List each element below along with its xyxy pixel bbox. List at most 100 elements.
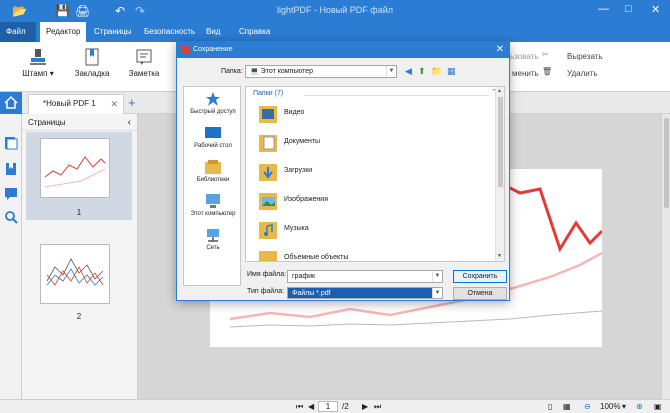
pages-panel: Страницы ‹ 1 2 — [22, 114, 138, 399]
new-folder-icon[interactable]: 📁 — [431, 66, 442, 77]
place-network[interactable]: Сеть — [184, 227, 242, 251]
close-dialog-icon[interactable]: ✕ — [496, 42, 504, 58]
document-tab[interactable]: *Новый PDF 1 ✕ — [28, 94, 124, 114]
page-thumbnail-image — [40, 244, 110, 304]
filetype-select[interactable]: Файлы *.pdf ▼ — [287, 287, 443, 299]
file-list-scrollbar[interactable]: ▲ ▼ — [495, 87, 504, 261]
chevron-down-icon: ▼ — [432, 288, 442, 298]
pages-panel-header: Страницы ‹ — [22, 114, 137, 131]
cut-button[interactable]: Вырезать — [567, 52, 603, 61]
folder-item-pictures[interactable]: Изображения — [254, 188, 494, 214]
grid-view-icon[interactable]: ▦ — [563, 401, 571, 413]
page-thumbnail-2[interactable]: 2 — [26, 238, 132, 326]
tab-help[interactable]: Справка — [233, 22, 276, 42]
dialog-title: Сохранение — [193, 46, 233, 53]
star-icon — [206, 92, 220, 106]
folder-item-downloads[interactable]: Загрузки — [254, 159, 494, 185]
delete-button[interactable]: Удалить — [567, 69, 598, 78]
folder-item-video[interactable]: Видео — [254, 101, 494, 127]
chevron-down-icon: ▼ — [432, 271, 442, 282]
menu-bar: Файл ▾ Редактор Страницы Безопасность Ви… — [0, 22, 670, 56]
tab-view[interactable]: Вид — [200, 22, 226, 42]
vertical-scrollbar[interactable] — [661, 114, 670, 399]
folder-select[interactable]: 💻 Этот компьютер ▼ — [245, 65, 397, 78]
bookmark-button[interactable]: Закладка — [72, 48, 112, 78]
home-button[interactable] — [0, 92, 22, 114]
note-button[interactable]: Заметка — [124, 48, 164, 78]
chevron-down-icon: ▼ — [386, 66, 396, 77]
back-icon[interactable]: ◀ — [405, 66, 412, 77]
page-number-label: 1 — [76, 208, 82, 217]
maximize-icon[interactable]: □ — [625, 3, 632, 15]
up-folder-icon[interactable]: ⬆ — [418, 66, 426, 77]
first-page-icon[interactable]: ⏮ — [296, 401, 303, 413]
scrollbar-thumb[interactable] — [664, 118, 669, 208]
view-menu-icon[interactable]: ▦ — [447, 66, 456, 77]
dialog-title-bar: Сохранение ✕ — [177, 42, 509, 58]
current-page-input[interactable]: 1 — [318, 401, 338, 412]
close-window-icon[interactable]: ✕ — [651, 3, 660, 16]
tab-pages[interactable]: Страницы — [88, 22, 138, 42]
search-icon[interactable] — [4, 210, 18, 224]
home-icon — [4, 95, 18, 109]
add-tab-icon[interactable]: + — [128, 94, 136, 112]
folder-item-3d-objects[interactable]: Объемные объекты — [254, 246, 494, 261]
scroll-down-icon[interactable]: ▼ — [497, 253, 502, 259]
filename-input[interactable]: график ▼ — [287, 270, 443, 283]
pages-panel-icon[interactable] — [4, 136, 18, 150]
group-divider — [304, 95, 489, 96]
scroll-up-icon[interactable]: ▲ — [497, 88, 502, 94]
places-bar: Быстрый доступ Рабочий стол Библиотеки Э… — [183, 86, 241, 286]
video-folder-icon — [259, 106, 277, 123]
documents-folder-icon — [259, 135, 277, 152]
stamp-button[interactable]: Штамп ▾ — [18, 48, 58, 78]
place-libraries[interactable]: Библиотеки — [184, 159, 242, 183]
scrollbar-thumb[interactable] — [498, 97, 503, 187]
replace-partial-label[interactable]: менить — [512, 69, 539, 78]
folder-item-documents[interactable]: Документы — [254, 130, 494, 156]
tab-security[interactable]: Безопасность — [138, 22, 201, 42]
zoom-in-icon[interactable]: ⊕ — [636, 401, 643, 413]
cut-icon: ✂ — [542, 50, 549, 59]
next-page-icon[interactable]: ▶ — [362, 401, 368, 413]
bookmarks-panel-icon[interactable] — [4, 162, 18, 176]
menu-file[interactable]: Файл ▾ — [0, 22, 36, 56]
save-dialog: Сохранение ✕ Папка: 💻 Этот компьютер ▼ ◀… — [176, 41, 510, 301]
zoom-out-icon[interactable]: ⊖ — [584, 401, 591, 413]
collapse-panel-icon[interactable]: ‹ — [128, 114, 131, 131]
trash-icon: 🗑 — [542, 67, 553, 76]
pages-panel-title: Страницы — [28, 118, 66, 127]
music-folder-icon — [259, 222, 277, 239]
minimize-icon[interactable]: — — [598, 3, 609, 15]
stamp-icon — [30, 49, 46, 65]
tab-editor[interactable]: Редактор — [40, 22, 87, 42]
prev-page-icon[interactable]: ◀ — [308, 401, 314, 413]
page-thumbnail-1[interactable]: 1 — [26, 132, 132, 220]
cancel-button[interactable]: Отмена — [453, 287, 507, 300]
library-icon — [205, 160, 221, 174]
place-quick-access[interactable]: Быстрый доступ — [184, 91, 242, 115]
3d-objects-folder-icon — [259, 251, 277, 261]
save-button[interactable]: Сохранить — [453, 270, 507, 283]
page-number-label: 2 — [76, 312, 82, 321]
left-toolbar — [0, 114, 22, 399]
comments-panel-icon[interactable] — [4, 186, 18, 200]
network-icon — [207, 229, 219, 242]
place-this-pc[interactable]: Этот компьютер — [184, 193, 242, 217]
close-tab-icon[interactable]: ✕ — [110, 95, 118, 113]
zoom-dropdown-icon[interactable]: ▾ — [622, 401, 626, 413]
place-desktop[interactable]: Рабочий стол — [184, 125, 242, 149]
folder-item-music[interactable]: Музыка — [254, 217, 494, 243]
edit-partial-label: ьзовать — [510, 52, 539, 61]
single-page-view-icon[interactable]: ▯ — [548, 401, 552, 413]
computer-small-icon: 💻 — [250, 68, 259, 75]
file-list[interactable]: Папки (7) ⌃ Видео Документы Загрузки Изо… — [245, 86, 505, 262]
last-page-icon[interactable]: ⏭ — [374, 401, 381, 413]
window-title: lightPDF - Новый PDF файл — [277, 5, 393, 15]
total-pages-label: /2 — [342, 402, 349, 411]
title-bar: 📂 💾 🖨 ↶ ↷ lightPDF - Новый PDF файл — □ … — [0, 0, 670, 22]
fit-page-icon[interactable]: ▣ — [654, 401, 662, 413]
note-icon — [136, 49, 152, 65]
document-tab-label: *Новый PDF 1 — [43, 99, 96, 108]
zoom-level[interactable]: 100% — [600, 401, 620, 413]
